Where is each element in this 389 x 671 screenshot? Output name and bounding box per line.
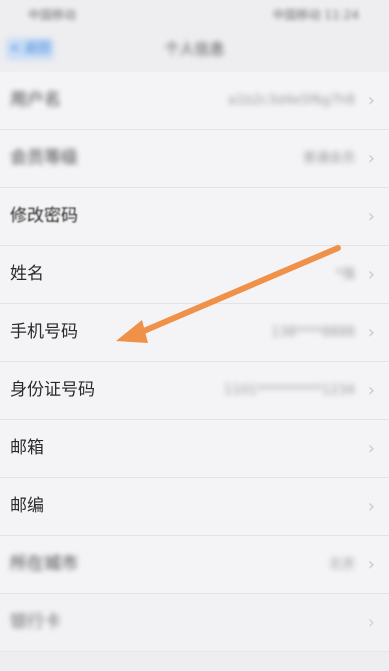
list-item-id-number[interactable]: 身份证号码 1101**********1234 › [0,362,389,420]
chevron-right-icon: › [367,322,375,343]
list-item-bank-card[interactable]: 银行卡 › [0,594,389,652]
status-bar: 中国移动 中国移动 11:24 [0,0,389,26]
chevron-right-icon: › [367,148,375,169]
row-label: 会员等级 [10,148,78,168]
row-value: a1b2c3d4e5f6g7h8 [228,93,355,108]
chevron-right-icon: › [367,554,375,575]
nav-bar: < 返回 个人信息 [0,26,389,72]
row-label: 银行卡 [10,612,61,632]
chevron-right-icon: › [367,380,375,401]
list-item-city[interactable]: 所在城市 北京 › [0,536,389,594]
chevron-right-icon: › [367,438,375,459]
row-label: 身份证号码 [10,380,95,400]
row-value: 北京 [328,557,355,572]
row-label: 用户名 [10,90,61,110]
row-label: 所在城市 [10,554,78,574]
list-item-email[interactable]: 邮箱 › [0,420,389,478]
list-item-name[interactable]: 姓名 *强 › [0,246,389,304]
status-indicators: 中国移动 11:24 [272,8,359,22]
list-item-postcode[interactable]: 邮编 › [0,478,389,536]
list-item-member-level[interactable]: 会员等级 普通会员 › [0,130,389,188]
row-label: 邮编 [10,496,44,516]
list-item-username[interactable]: 用户名 a1b2c3d4e5f6g7h8 › [0,72,389,130]
settings-list: 用户名 a1b2c3d4e5f6g7h8 › 会员等级 普通会员 › 修改密码 … [0,72,389,652]
chevron-right-icon: › [367,264,375,285]
list-item-phone-number[interactable]: 手机号码 138****8888 › [0,304,389,362]
row-label: 邮箱 [10,438,44,458]
carrier-text: 中国移动 [28,8,77,22]
chevron-right-icon: › [367,496,375,517]
row-value: 普通会员 [302,151,355,166]
row-value: *强 [335,267,355,282]
list-item-change-password[interactable]: 修改密码 › [0,188,389,246]
row-value: 138****8888 [271,325,355,340]
chevron-right-icon: › [367,206,375,227]
page-title: 个人信息 [164,40,225,58]
row-label: 手机号码 [10,322,78,342]
chevron-right-icon: › [367,612,375,633]
row-label: 姓名 [10,264,44,284]
row-label: 修改密码 [10,206,78,226]
chevron-right-icon: › [367,90,375,111]
row-value: 1101**********1234 [223,383,355,398]
